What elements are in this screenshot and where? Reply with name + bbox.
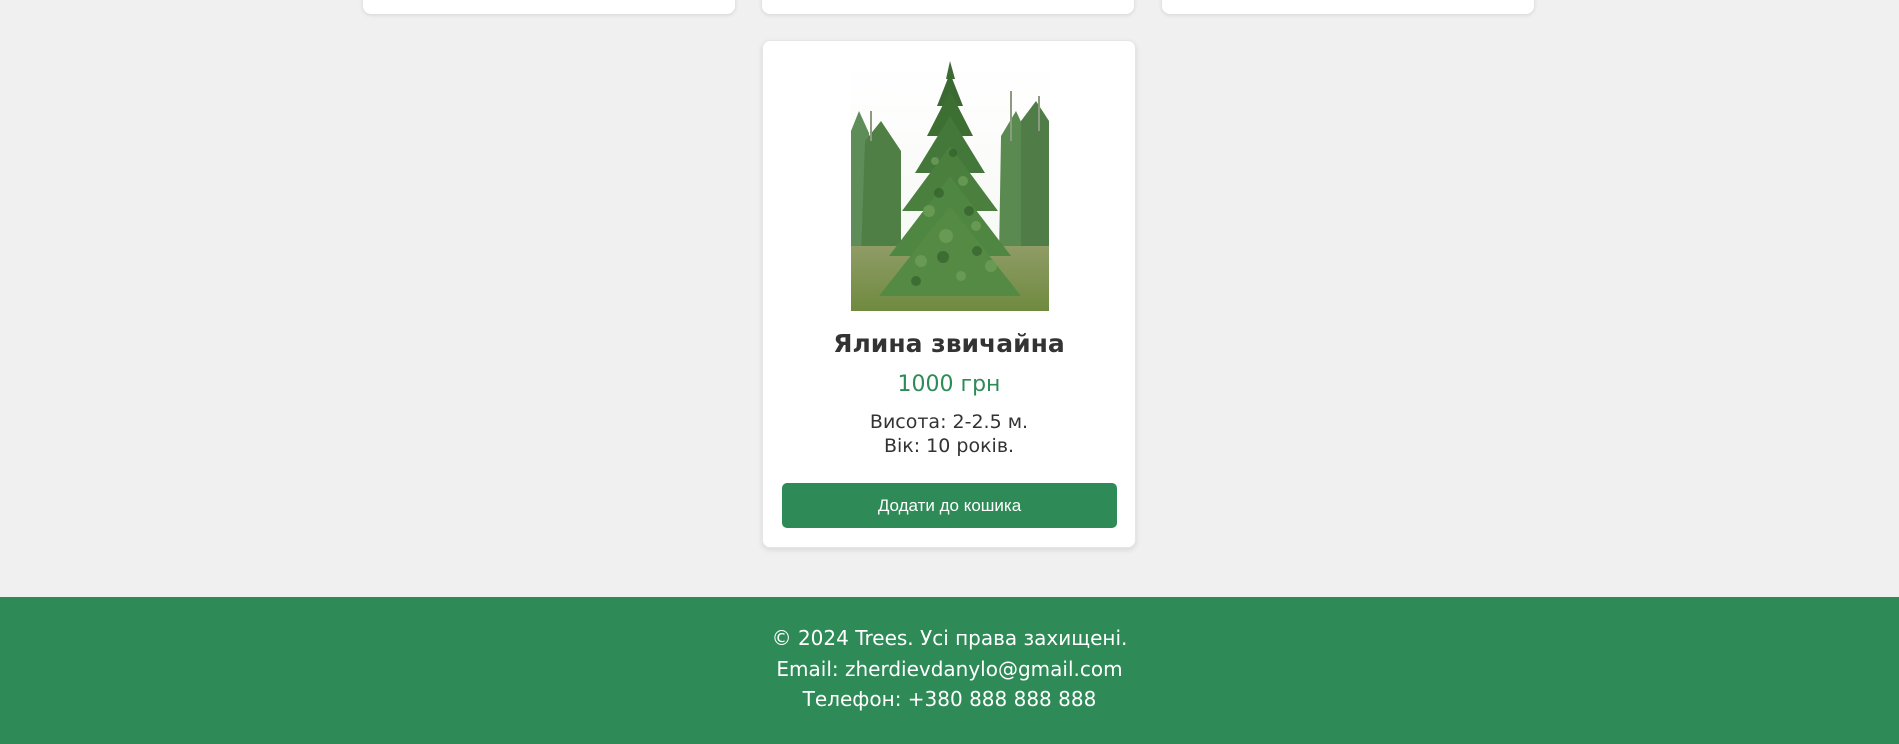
product-height: Висота: 2-2.5 м.	[869, 411, 1029, 433]
product-card-partial	[1162, 0, 1534, 14]
product-image	[851, 61, 1049, 311]
product-card: Ялина звичайна 1000 грн Висота: 2-2.5 м.…	[762, 40, 1136, 548]
footer-copyright: © 2024 Trees. Усі права захищені.	[771, 626, 1128, 650]
product-card-partial	[762, 0, 1134, 14]
footer-email: Email: zherdievdanylo@gmail.com	[776, 657, 1123, 681]
product-card-partial	[363, 0, 735, 14]
product-title: Ялина звичайна	[833, 329, 1065, 358]
product-age: Вік: 10 років.	[883, 435, 1015, 457]
footer-phone: Телефон: +380 888 888 888	[802, 687, 1097, 711]
product-price: 1000 грн	[897, 372, 1001, 397]
footer: © 2024 Trees. Усі права захищені. Email:…	[0, 597, 1899, 744]
add-to-cart-button[interactable]: Додати до кошика	[782, 483, 1117, 528]
